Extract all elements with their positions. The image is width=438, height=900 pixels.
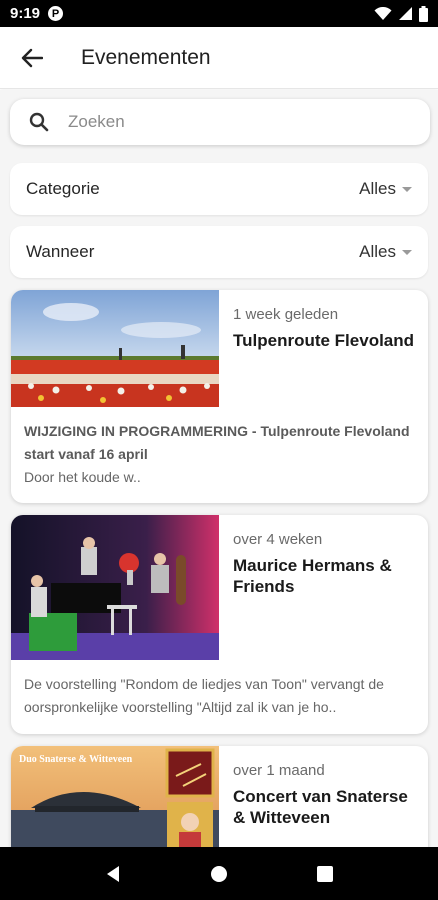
event-meta: over 1 maand Concert van Snaterse & Witt… — [233, 762, 418, 828]
back-button[interactable] — [0, 27, 64, 89]
filter-wanneer[interactable]: Wanneer Alles — [10, 226, 428, 278]
event-meta: 1 week geleden Tulpenroute Flevoland — [233, 306, 418, 351]
nav-back-icon[interactable] — [105, 865, 121, 883]
event-description: De voorstelling "Rondom de liedjes van T… — [24, 673, 416, 719]
event-image-tulips — [11, 290, 219, 407]
event-description-text: Door het koude w.. — [24, 469, 141, 485]
event-time-ago: over 4 weken — [233, 531, 323, 548]
filter-value: Alles — [359, 179, 396, 198]
wifi-icon — [374, 6, 392, 20]
nav-recents-icon[interactable] — [317, 865, 334, 882]
filter-categorie[interactable]: Categorie Alles — [10, 163, 428, 215]
content-area: Zoeken Categorie Alles Wanneer Alles 1 w… — [0, 90, 438, 847]
event-card[interactable]: 1 week geleden Tulpenroute Flevoland WIJ… — [11, 290, 428, 503]
signal-icon — [399, 7, 412, 20]
filter-dropdown[interactable]: Alles — [359, 179, 412, 199]
event-description-text: De voorstelling "Rondom de liedjes van T… — [24, 676, 384, 715]
filter-label: Categorie — [26, 179, 100, 198]
app-bar: Evenementen — [0, 27, 438, 89]
event-time-ago: 1 week geleden — [233, 306, 339, 323]
filter-label: Wanneer — [26, 242, 95, 261]
app-notification-icon: P — [48, 6, 64, 21]
event-description: WIJZIGING IN PROGRAMMERING - Tulpenroute… — [24, 420, 416, 489]
page-title: Evenementen — [81, 45, 211, 69]
event-card[interactable]: Duo Snaterse & Witteveen over 1 maand Co… — [11, 746, 428, 847]
event-title: Concert van Snaterse & Witteveen — [233, 787, 408, 827]
battery-icon — [419, 5, 428, 22]
filter-value: Alles — [359, 242, 396, 261]
event-time-ago: over 1 maand — [233, 762, 325, 779]
chevron-down-icon — [402, 186, 412, 192]
chevron-down-icon — [402, 249, 412, 255]
search-input[interactable]: Zoeken — [68, 112, 125, 132]
filter-dropdown[interactable]: Alles — [359, 242, 412, 262]
event-title: Maurice Hermans & Friends — [233, 556, 392, 596]
event-title: Tulpenroute Flevoland — [233, 331, 415, 350]
search-bar[interactable]: Zoeken — [10, 99, 430, 145]
event-meta: over 4 weken Maurice Hermans & Friends — [233, 531, 418, 597]
event-card[interactable]: over 4 weken Maurice Hermans & Friends D… — [11, 515, 428, 734]
event-image-concert — [11, 515, 219, 660]
event-image-duo-poster: Duo Snaterse & Witteveen — [11, 746, 219, 847]
nav-home-icon[interactable] — [210, 865, 228, 883]
arrow-left-icon — [21, 48, 43, 67]
event-poster-title: Duo Snaterse & Witteveen — [19, 754, 133, 765]
status-icons — [374, 5, 428, 22]
search-icon — [10, 112, 68, 132]
status-time: 9:19 — [10, 5, 41, 22]
system-nav-bar — [0, 847, 438, 900]
event-description-bold: WIJZIGING IN PROGRAMMERING - Tulpenroute… — [24, 423, 410, 462]
status-bar: 9:19 P — [0, 0, 438, 27]
